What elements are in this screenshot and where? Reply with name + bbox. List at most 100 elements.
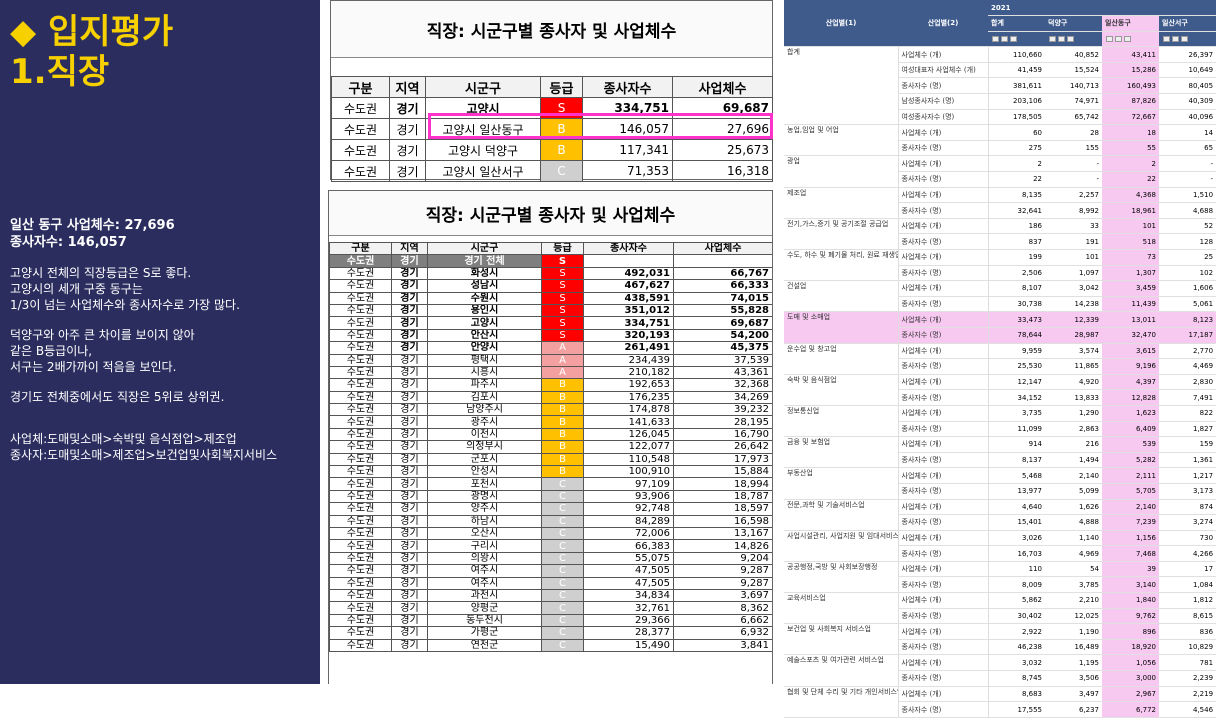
filter-cell[interactable] — [1045, 31, 1102, 48]
province-cell: 경기 — [391, 291, 428, 305]
district-cell: 고양시 덕양구 — [425, 139, 541, 161]
value-cell: 32,470 — [1102, 327, 1159, 344]
industry-2-header: 산업별(2) — [898, 0, 988, 48]
businesses-cell: 55,828 — [673, 303, 772, 318]
metric-cell: 종사자수 (명) — [898, 296, 989, 313]
value-cell: 17,555 — [988, 701, 1045, 718]
filter-cell[interactable] — [1102, 31, 1159, 48]
value-cell: 65 — [1159, 140, 1216, 157]
grade-cell: B — [540, 139, 583, 161]
filter-button[interactable] — [1163, 35, 1170, 42]
workers-cell: 174,878 — [583, 403, 674, 417]
value-cell: 3,032 — [988, 654, 1045, 672]
grade-cell: S — [541, 279, 584, 293]
value-cell: 3,026 — [988, 530, 1045, 547]
value-cell: 72,667 — [1102, 109, 1159, 126]
industry-name-cell: 금융 및 보험업 — [784, 436, 899, 469]
value-cell: 9,762 — [1102, 608, 1159, 625]
filter-button[interactable] — [1049, 35, 1056, 42]
value-cell: 1,195 — [1045, 654, 1102, 672]
filter-button[interactable] — [1124, 35, 1131, 42]
grade-cell: S — [541, 266, 584, 281]
filter-button[interactable] — [1058, 35, 1065, 42]
workers-cell: 34,834 — [583, 588, 674, 603]
businesses-cell: 14,826 — [673, 539, 772, 553]
table-row: 수도권 경기 시흥시 A 210,182 43,361 — [329, 365, 772, 380]
value-cell: 4,888 — [1045, 514, 1102, 531]
header-cell: 종사자수 — [583, 241, 674, 256]
metric-cell: 사업체수 (개) — [898, 124, 989, 141]
businesses-cell: 34,269 — [673, 390, 772, 405]
stats-row: 금융 및 보험업 사업체수 (개) 914 216 539 159 — [784, 436, 1216, 469]
grade-cell: B — [541, 465, 584, 479]
metric-cell: 종사자수 (명) — [898, 701, 989, 718]
region-cell: 수도권 — [329, 378, 392, 392]
metric-cell: 종사자수 (명) — [898, 452, 989, 469]
value-cell: 4,546 — [1159, 701, 1216, 718]
table-row: 수도권 경기 과천시 C 34,834 3,697 — [329, 588, 772, 603]
filter-button[interactable] — [992, 35, 999, 42]
value-cell: 4,469 — [1159, 358, 1216, 375]
province-cell: 경기 — [389, 139, 426, 161]
value-cell: 14 — [1159, 124, 1216, 141]
businesses-cell: 37,539 — [673, 353, 772, 367]
value-cell: 1,307 — [1102, 265, 1159, 282]
filter-button[interactable] — [1067, 35, 1074, 42]
value-cell: 2,922 — [988, 623, 1045, 640]
filter-button[interactable] — [1001, 35, 1008, 42]
value-cell: 7,491 — [1159, 389, 1216, 406]
grade-cell: S — [541, 303, 584, 318]
region-cell: 수도권 — [329, 576, 392, 590]
value-cell: 40,309 — [1159, 93, 1216, 110]
district-cell: 남양주시 — [427, 403, 542, 417]
industry-name-cell: 예술스포츠 및 여가관련 서비스업 — [784, 654, 899, 687]
district-cell: 수원시 — [427, 291, 542, 305]
metric-cell: 종사자수 (명) — [898, 608, 989, 625]
table-row: 수도권 경기 고양시 덕양구 B 117,341 25,673 — [331, 139, 773, 161]
value-cell: 52 — [1159, 218, 1216, 235]
workers-cell: 97,109 — [583, 477, 674, 491]
value-cell: 32,641 — [988, 202, 1045, 219]
value-cell: 2,506 — [988, 265, 1045, 282]
table-row: 수도권 경기 포천시 C 97,109 18,994 — [329, 477, 772, 491]
value-cell: 5,282 — [1102, 452, 1159, 469]
district-cell: 김포시 — [427, 390, 542, 405]
province-cell: 경기 — [391, 465, 428, 479]
grade-cell: B — [541, 390, 584, 405]
filter-button[interactable] — [1172, 35, 1179, 42]
value-cell: 25 — [1159, 249, 1216, 266]
slide-title: ◆ 입지평가 — [10, 12, 174, 52]
filter-button[interactable] — [1106, 35, 1113, 42]
value-cell: 2,967 — [1102, 686, 1159, 703]
value-cell: 80,405 — [1159, 77, 1216, 95]
district-cell: 과천시 — [427, 588, 542, 603]
businesses-cell: 3,697 — [673, 588, 772, 603]
table-row: 수도권 경기 동두천시 C 29,366 6,662 — [329, 613, 772, 628]
value-cell: 65,742 — [1045, 109, 1102, 126]
district-header: 일산서구 — [1159, 15, 1216, 32]
table-row: 수도권 경기 파주시 B 192,653 32,368 — [329, 378, 772, 392]
filter-cell[interactable] — [988, 31, 1045, 48]
workers-cell: 47,505 — [583, 576, 674, 590]
table-row: 수도권 경기 남양주시 B 174,878 39,232 — [329, 403, 772, 417]
district-cell: 평택시 — [427, 353, 542, 367]
filter-button[interactable] — [1181, 35, 1188, 42]
district-cell: 안성시 — [427, 465, 542, 479]
value-cell: 33,473 — [988, 311, 1045, 328]
province-cell: 경기 — [391, 452, 428, 467]
value-cell: 14,238 — [1045, 296, 1102, 313]
grade-cell: S — [541, 328, 584, 343]
value-cell: 78,644 — [988, 327, 1045, 344]
filter-button[interactable] — [1010, 35, 1017, 42]
value-cell: 15,524 — [1045, 62, 1102, 79]
value-cell: 22 — [988, 171, 1045, 188]
filter-cell[interactable] — [1159, 31, 1216, 48]
workers-cell: 467,627 — [583, 279, 674, 293]
metric-cell: 여성대표자 사업체수 (개) — [898, 62, 989, 79]
region-cell: 수도권 — [329, 539, 392, 553]
filter-button[interactable] — [1115, 35, 1122, 42]
district-cell: 포천시 — [427, 477, 542, 491]
region-cell: 수도권 — [331, 97, 390, 119]
table-row: 수도권 경기 안양시 A 261,491 45,375 — [329, 341, 772, 355]
province-cell: 경기 — [391, 341, 428, 355]
